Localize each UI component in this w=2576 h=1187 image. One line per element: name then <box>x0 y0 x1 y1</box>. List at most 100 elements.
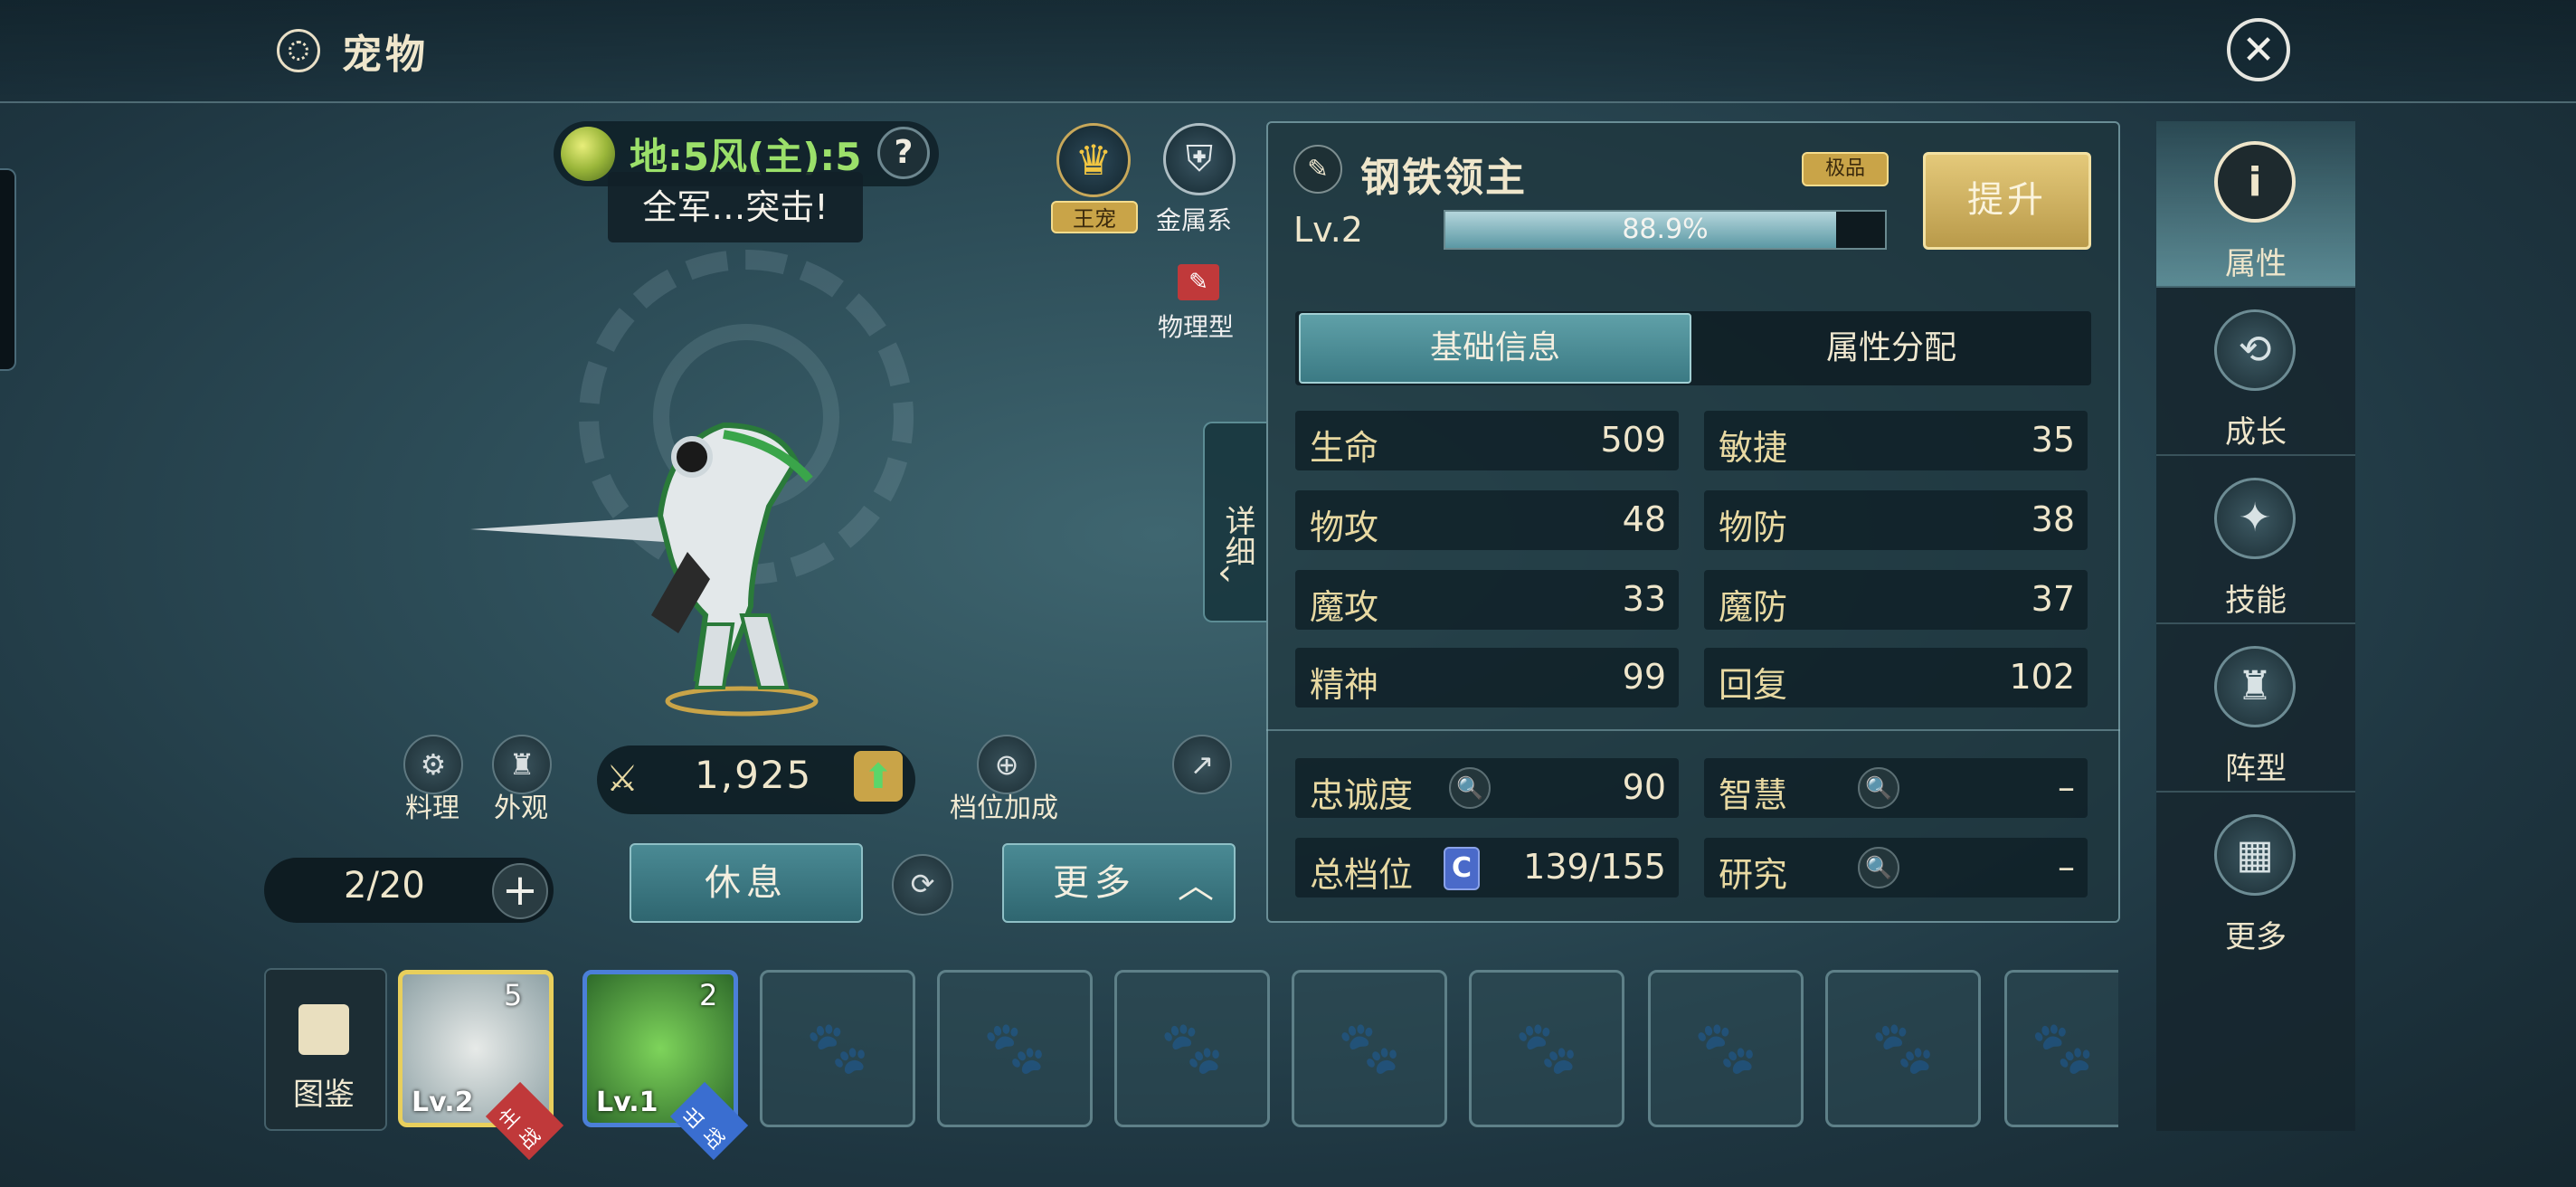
stat-value: 33 <box>1622 579 1666 619</box>
edit-pencil-icon[interactable]: ✎ <box>1293 145 1342 194</box>
wisdom-row: 智慧 🔍 – <box>1704 758 2088 818</box>
stat-label: 生命 <box>1310 428 1379 468</box>
slot-bonus-label: 档位加成 <box>950 793 1058 824</box>
chevron-up-icon[interactable]: ︿ <box>1178 856 1214 908</box>
paw-icon: 🐾 <box>1515 1019 1578 1078</box>
stat-label: 物防 <box>1719 508 1788 547</box>
power-up-icon[interactable]: ⬆ <box>854 751 903 802</box>
grid-icon: ▦ <box>2214 814 2296 896</box>
swap-icon[interactable]: ⟳ <box>892 854 953 916</box>
rook-icon: ♜ <box>2214 646 2296 727</box>
tab-basic-info[interactable]: 基础信息 <box>1299 313 1691 384</box>
stat-row: 物攻 48 <box>1295 490 1679 550</box>
side-edge-tab[interactable] <box>0 168 16 371</box>
stat-row: 魔攻 33 <box>1295 570 1679 630</box>
total-grade-value: 139/155 <box>1523 847 1666 887</box>
stat-value: 38 <box>2031 499 2075 539</box>
sidebar-item-attributes[interactable]: i 属性 <box>2156 121 2355 288</box>
wisdom-value: – <box>2058 767 2075 807</box>
stat-value: 37 <box>2031 579 2075 619</box>
cook-label: 料理 <box>405 793 459 824</box>
research-label: 研究 <box>1719 855 1788 895</box>
pet-slot[interactable]: 2 Lv.1 出战 <box>582 970 749 1161</box>
metal-type-icon[interactable]: ⛨ <box>1163 123 1236 195</box>
stat-row: 精神 99 <box>1295 648 1679 707</box>
tab-attribute-allocation[interactable]: 属性分配 <box>1695 313 2088 384</box>
appearance-label: 外观 <box>494 793 548 824</box>
pet-slot[interactable]: 5 Lv.2 主战 <box>398 970 564 1161</box>
detail-tab[interactable]: 详细 <box>1203 422 1266 622</box>
physical-type-icon[interactable]: ✎ <box>1178 264 1219 300</box>
combat-power-value: 1,925 <box>695 753 813 797</box>
add-slot-button[interactable]: + <box>492 863 548 919</box>
wisdom-label: 智慧 <box>1719 775 1788 815</box>
help-button[interactable]: ? <box>877 127 930 179</box>
sidebar-label: 更多 <box>2225 919 2287 955</box>
stat-label: 物攻 <box>1310 508 1379 547</box>
close-button[interactable]: ✕ <box>2227 18 2290 81</box>
slot-tag: 出战 <box>669 1081 749 1161</box>
search-icon[interactable]: 🔍 <box>1858 767 1899 809</box>
crossed-swords-icon: ⚔ <box>606 758 639 800</box>
sidebar-item-skills[interactable]: ✦ 技能 <box>2156 458 2355 624</box>
sidebar-label: 属性 <box>2225 246 2287 282</box>
sidebar-label: 成长 <box>2225 414 2287 451</box>
pet-level: Lv.2 <box>1293 210 1363 250</box>
stat-value: 99 <box>1622 657 1666 697</box>
empty-pet-slot[interactable]: 🐾 <box>2004 970 2118 1127</box>
empty-pet-slot[interactable]: 🐾 <box>937 970 1093 1127</box>
paw-icon: 🐾 <box>1338 1019 1401 1078</box>
stat-label: 回复 <box>1719 665 1788 705</box>
crown-icon[interactable]: ♛ <box>1056 123 1131 197</box>
skill-icon: ✦ <box>2214 478 2296 559</box>
chevron-left-icon[interactable]: ‹ <box>1217 552 1232 594</box>
codex-label: 图鉴 <box>293 1077 355 1113</box>
king-pet-label: 王宠 <box>1051 201 1138 233</box>
stat-label: 魔防 <box>1719 587 1788 627</box>
pet-model[interactable] <box>452 407 923 724</box>
book-icon <box>298 1004 349 1055</box>
stat-row: 物防 38 <box>1704 490 2088 550</box>
sidebar-item-growth[interactable]: ⟲ 成长 <box>2156 290 2355 456</box>
pet-quote: 全军…突击! <box>608 172 863 242</box>
stat-row: 敏捷 35 <box>1704 411 2088 470</box>
stat-value: 102 <box>2009 657 2075 697</box>
loyalty-label: 忠诚度 <box>1310 775 1414 815</box>
pet-name: 钢铁领主 <box>1360 155 1527 201</box>
empty-pet-slot[interactable]: 🐾 <box>1114 970 1270 1127</box>
paw-icon: 🐾 <box>1871 1019 1935 1078</box>
slot-star-count: 2 <box>699 978 718 1012</box>
sidebar-item-formation[interactable]: ♜ 阵型 <box>2156 626 2355 793</box>
total-grade-label: 总档位 <box>1310 855 1414 895</box>
empty-pet-slot[interactable]: 🐾 <box>1292 970 1447 1127</box>
element-orb-icon <box>561 127 615 181</box>
metal-type-label: 金属系 <box>1156 205 1233 235</box>
slot-level: Lv.2 <box>412 1087 474 1118</box>
sidebar-item-more[interactable]: ▦ 更多 <box>2156 794 2355 961</box>
sidebar-label: 阵型 <box>2225 751 2287 787</box>
slot-tag: 主战 <box>485 1081 564 1161</box>
stat-row: 回复 102 <box>1704 648 2088 707</box>
share-button[interactable]: ↗ <box>1172 735 1232 794</box>
empty-pet-slot[interactable]: 🐾 <box>760 970 915 1127</box>
pet-count: 2/20 <box>344 865 425 907</box>
search-icon[interactable]: 🔍 <box>1449 767 1491 809</box>
total-grade-row: 总档位 139/155 <box>1295 838 1679 897</box>
stat-row: 魔防 37 <box>1704 570 2088 630</box>
stat-value: 35 <box>2031 420 2075 460</box>
upgrade-button[interactable]: 提升 <box>1923 152 2091 250</box>
empty-pet-slot[interactable]: 🐾 <box>1469 970 1624 1127</box>
slot-star-count: 5 <box>504 978 523 1012</box>
empty-pet-slot[interactable]: 🐾 <box>1825 970 1981 1127</box>
search-icon[interactable]: 🔍 <box>1858 847 1899 888</box>
stat-row: 生命 509 <box>1295 411 1679 470</box>
paw-icon: 🐾 <box>2031 1019 2095 1078</box>
stat-value: 509 <box>1600 420 1666 460</box>
rest-button[interactable]: 休息 <box>630 843 863 923</box>
xp-percent: 88.9% <box>1622 214 1709 245</box>
pet-paw-icon <box>277 29 320 72</box>
quality-badge: 极品 <box>1802 152 1889 186</box>
stat-label: 敏捷 <box>1719 428 1788 468</box>
empty-pet-slot[interactable]: 🐾 <box>1648 970 1804 1127</box>
research-value: – <box>2058 847 2075 887</box>
